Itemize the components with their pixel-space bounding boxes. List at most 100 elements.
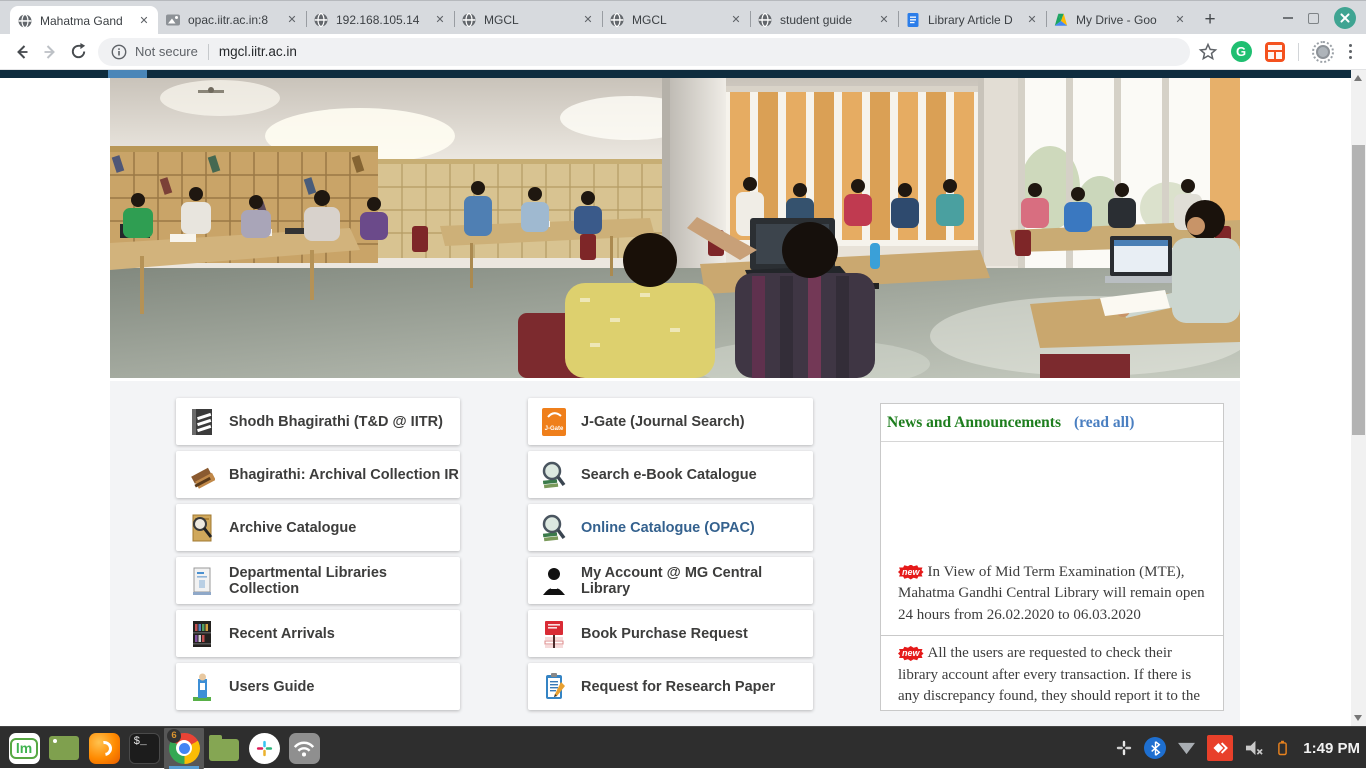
shutter-extension-icon[interactable] [1312,41,1334,63]
library-photo [110,78,1240,378]
link-card-jgate[interactable]: J-Gate J-Gate (Journal Search) [528,398,813,445]
tab-close-icon[interactable]: ✕ [1025,13,1039,27]
tab-close-icon[interactable]: ✕ [1173,13,1187,27]
battery-icon[interactable] [1276,738,1289,758]
quick-links-middle: J-Gate J-Gate (Journal Search) Search e-… [528,398,813,710]
back-button[interactable] [8,38,36,66]
link-card-opac[interactable]: Online Catalogue (OPAC) [528,504,813,551]
grammarly-extension-icon[interactable]: G [1231,41,1252,62]
archive-books-icon [189,460,215,490]
tab-close-icon[interactable]: ✕ [137,14,151,28]
link-label: My Account @ MG Central Library [581,565,813,597]
mint-menu-button[interactable]: lm [4,728,44,769]
terminal-launcher[interactable]: $_ [124,728,164,769]
anydesk-icon[interactable] [1207,735,1233,761]
bookshelf-icon [189,619,215,649]
link-label: Bhagirathi: Archival Collection IR [229,467,459,483]
news-item-text: All the users are requested to check the… [898,645,1200,704]
tab-my-drive[interactable]: My Drive - Goo ✕ [1046,5,1194,35]
tab-title: Mahatma Gand [40,14,137,28]
slack-tray-icon[interactable] [1115,739,1133,757]
scroll-down-arrow-icon[interactable] [1354,715,1362,721]
desktop-icon [49,736,79,760]
link-card-my-account[interactable]: My Account @ MG Central Library [528,557,813,604]
restore-button[interactable] [1308,13,1319,24]
tab-mgcl-1[interactable]: MGCL ✕ [454,5,602,35]
firefox-launcher[interactable] [84,728,124,769]
taskbar: lm $_ 6 1:49 PM [0,726,1366,768]
link-card-users-guide[interactable]: Users Guide [176,663,460,710]
tab-close-icon[interactable]: ✕ [285,13,299,27]
tab-title: student guide [780,13,877,27]
svg-text:J-Gate: J-Gate [545,426,564,432]
link-card-archival-collection[interactable]: Bhagirathi: Archival Collection IR [176,451,460,498]
read-all-link[interactable]: (read all) [1074,414,1134,432]
link-card-recent-arrivals[interactable]: Recent Arrivals [176,610,460,657]
bookmark-star-icon[interactable] [1198,42,1218,62]
link-card-archive-catalogue[interactable]: Archive Catalogue [176,504,460,551]
bluetooth-icon[interactable] [1144,737,1166,759]
close-window-button[interactable] [1334,7,1356,29]
news-item: newIn View of Mid Term Examination (MTE)… [881,442,1223,636]
link-card-departmental-libraries[interactable]: Departmental Libraries Collection [176,557,460,604]
slack-launcher[interactable] [244,728,284,769]
tab-library-article[interactable]: Library Article D ✕ [898,5,1046,35]
google-docs-icon [905,12,921,28]
tab-opac[interactable]: opac.iitr.ac.in:8 ✕ [158,5,306,35]
taskbar-clock[interactable]: 1:49 PM [1303,740,1360,757]
tab-title: MGCL [632,13,729,27]
tab-ip-address[interactable]: 192.168.105.14 ✕ [306,5,454,35]
link-label: Search e-Book Catalogue [581,467,757,483]
tab-title: My Drive - Goo [1076,13,1173,27]
web-page: Shodh Bhagirathi (T&D @ IITR) Bhagirathi… [0,70,1366,726]
tab-close-icon[interactable]: ✕ [729,13,743,27]
user-silhouette-icon [541,566,567,596]
network-settings-launcher[interactable] [284,728,324,769]
folder-magnifier-icon [189,513,215,543]
address-bar[interactable]: Not secure mgcl.iitr.ac.in [98,38,1190,66]
link-card-research-paper[interactable]: Request for Research Paper [528,663,813,710]
link-label: Shodh Bhagirathi (T&D @ IITR) [229,414,443,430]
chrome-menu-icon[interactable] [1347,42,1355,62]
tab-mahatma-gandhi-library[interactable]: Mahatma Gand ✕ [10,6,158,35]
tab-close-icon[interactable]: ✕ [581,13,595,27]
link-label: Book Purchase Request [581,626,748,642]
new-badge: new [898,565,924,580]
tab-close-icon[interactable]: ✕ [877,13,891,27]
tab-mgcl-2[interactable]: MGCL ✕ [602,5,750,35]
system-tray: 1:49 PM [1115,727,1360,769]
taskbar-launchers: lm $_ 6 [4,727,324,769]
thesis-book-icon [189,407,215,437]
new-badge: new [898,646,924,661]
tab-title: 192.168.105.14 [336,13,433,27]
scrollbar-thumb[interactable] [1352,145,1365,435]
clipboard-pencil-icon [541,672,567,702]
tab-student-guide[interactable]: student guide ✕ [750,5,898,35]
forward-button[interactable] [36,38,64,66]
info-icon[interactable] [111,44,127,60]
chrome-taskbar-button[interactable]: 6 [164,728,204,769]
network-signal-icon[interactable] [1177,740,1196,756]
link-label: Online Catalogue (OPAC) [581,520,755,536]
show-desktop-button[interactable] [44,728,84,769]
folder-icon [209,739,239,761]
active-nav-item[interactable] [108,70,147,78]
files-launcher[interactable] [204,728,244,769]
link-card-search-ebook[interactable]: Search e-Book Catalogue [528,451,813,498]
orange-extension-icon[interactable] [1265,42,1285,62]
volume-muted-icon[interactable] [1244,739,1265,757]
window-controls [1283,1,1356,35]
scroll-up-arrow-icon[interactable] [1354,75,1362,81]
link-label: Request for Research Paper [581,679,775,695]
page-scrollbar[interactable] [1351,70,1366,726]
new-tab-button[interactable]: + [1196,6,1224,34]
reload-button[interactable] [64,38,92,66]
minimize-button[interactable] [1283,17,1293,19]
globe-icon [17,13,33,29]
news-panel: News and Announcements (read all) newIn … [880,403,1224,711]
tab-close-icon[interactable]: ✕ [433,13,447,27]
link-card-book-purchase[interactable]: Book Purchase Request [528,610,813,657]
toolbar-right-icons: G [1198,41,1359,63]
link-card-shodh-bhagirathi[interactable]: Shodh Bhagirathi (T&D @ IITR) [176,398,460,445]
document-stand-icon [189,566,215,596]
